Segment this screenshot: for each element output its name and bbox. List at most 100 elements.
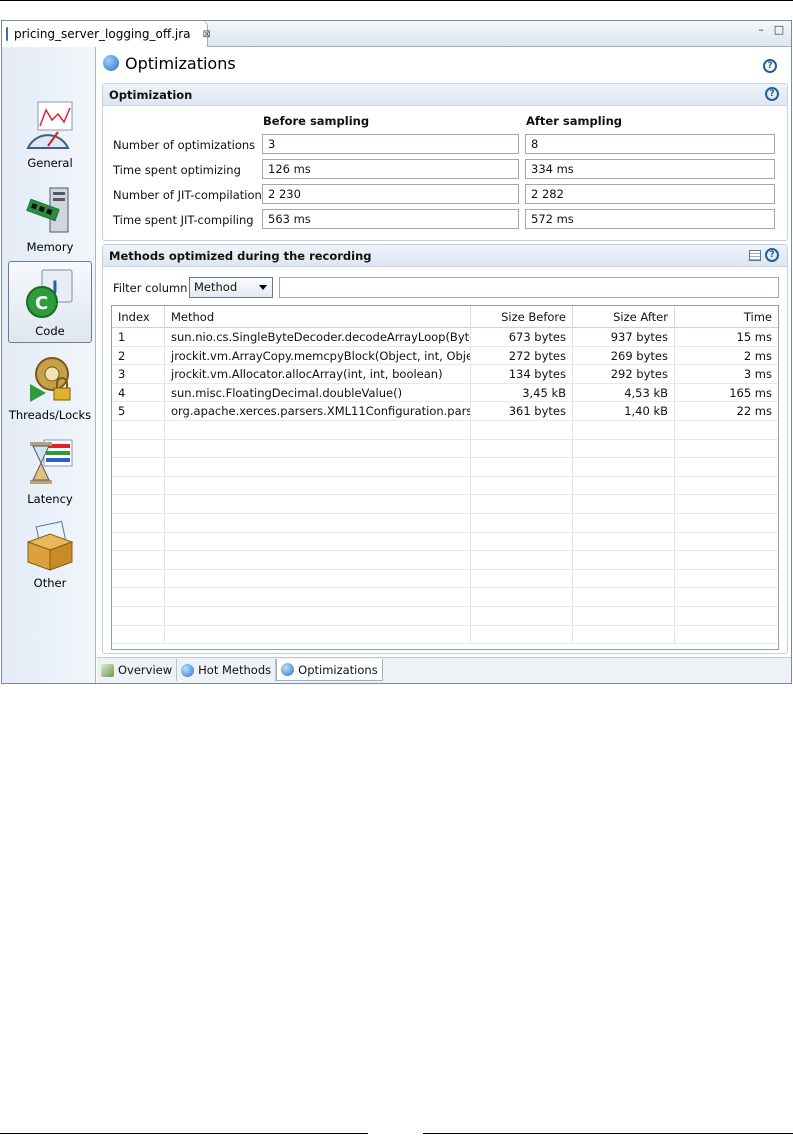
empty-cell [471, 439, 573, 458]
cell-index: 5 [112, 402, 165, 421]
table-row[interactable]: 5 org.apache.xerces.parsers.XML11Configu… [112, 402, 778, 421]
column-header-time[interactable]: Time [675, 306, 778, 328]
editor-tab-title: pricing_server_logging_off.jra [14, 27, 191, 41]
empty-cell [112, 606, 165, 625]
nav-item-other[interactable]: Other [8, 513, 92, 595]
table-row[interactable]: 3 jrockit.vm.Allocator.allocArray(int, i… [112, 365, 778, 384]
minimize-icon[interactable]: – [755, 24, 767, 37]
empty-cell [165, 513, 471, 532]
empty-cell [112, 495, 165, 514]
maximize-icon[interactable]: □ [773, 24, 785, 37]
empty-cell [112, 588, 165, 607]
gauge-chart-icon [26, 101, 73, 149]
opt-before-value[interactable]: 563 ms [262, 209, 519, 229]
empty-cell [573, 532, 675, 551]
empty-cell [675, 533, 778, 551]
empty-cell [165, 495, 471, 514]
empty-cell [165, 420, 471, 439]
nav-label: Threads/Locks [8, 408, 92, 422]
page-top-rule [0, 0, 793, 1]
opt-after-value[interactable]: 2 282 [525, 184, 775, 204]
empty-cell [675, 421, 778, 439]
empty-cell [573, 606, 675, 625]
nav-item-latency[interactable]: Latency [8, 429, 92, 511]
nav-item-code[interactable]: J C Code [8, 261, 92, 343]
opt-before-value[interactable]: 126 ms [262, 159, 519, 179]
cell-size-before: 361 bytes [471, 402, 573, 421]
cell-size-before: 272 bytes [471, 346, 573, 365]
nav-label: Other [33, 576, 67, 590]
help-icon[interactable]: ? [763, 59, 777, 73]
empty-cell [573, 588, 675, 607]
opt-after-value[interactable]: 572 ms [525, 209, 775, 229]
opt-after-value[interactable]: 334 ms [525, 159, 775, 179]
empty-cell [471, 551, 573, 570]
empty-cell [675, 607, 778, 625]
table-row[interactable]: 2 jrockit.vm.ArrayCopy.memcpyBlock(Objec… [112, 346, 778, 366]
empty-cell [675, 570, 778, 588]
empty-cell [471, 495, 573, 514]
empty-cell [165, 625, 471, 644]
empty-cell [471, 606, 573, 625]
table-body: 1 sun.nio.cs.SingleByteDecoder.decodeArr… [112, 328, 778, 645]
filter-text-input[interactable] [279, 277, 779, 298]
table-row-empty [112, 495, 778, 514]
empty-cell [675, 495, 778, 513]
nav-label: Code [35, 324, 65, 338]
methods-table: Index Method Size Before Size After Time… [111, 305, 779, 650]
cell-time: 3 ms [743, 367, 772, 382]
empty-cell [573, 458, 675, 477]
overview-icon [101, 663, 114, 677]
editor-tab[interactable]: pricing_server_logging_off.jra ⊠ [2, 21, 211, 47]
tab-overview[interactable]: Overview [97, 659, 178, 681]
optimizations-icon [281, 663, 295, 676]
table-row[interactable]: 1 sun.nio.cs.SingleByteDecoder.decodeArr… [112, 328, 778, 347]
before-sampling-header: Before sampling [263, 114, 370, 128]
after-sampling-header: After sampling [526, 114, 622, 128]
empty-cell [112, 625, 165, 644]
tab-hot-methods[interactable]: Hot Methods [177, 659, 277, 681]
column-header-method[interactable]: Method [165, 306, 471, 328]
close-tab-icon[interactable]: ⊠ [203, 29, 211, 40]
cell-index: 2 [112, 346, 165, 365]
cell-time: 22 ms [736, 404, 772, 419]
left-navigation: General Memory J C Code Threads/Locks La… [2, 47, 96, 683]
cell-index: 1 [112, 328, 165, 346]
table-columns-icon[interactable] [749, 250, 761, 261]
column-header-size-before[interactable]: Size Before [471, 306, 573, 328]
opt-row-label: Number of optimizations [113, 138, 256, 152]
main-content: Optimizations ? Optimization ? Before sa… [97, 47, 791, 657]
tab-label: Hot Methods [198, 663, 272, 677]
cell-size-before: 134 bytes [471, 365, 573, 384]
nav-label: Latency [27, 492, 73, 506]
jra-file-icon [6, 27, 8, 41]
opt-before-value[interactable]: 3 [262, 134, 519, 154]
nav-item-threads-locks[interactable]: Threads/Locks [8, 345, 92, 427]
empty-cell [471, 513, 573, 532]
empty-cell [675, 477, 778, 495]
empty-cell [112, 551, 165, 570]
empty-cell [471, 532, 573, 551]
table-row-empty [112, 588, 778, 607]
nav-item-general[interactable]: General [8, 93, 92, 175]
cell-size-after: 937 bytes [573, 328, 675, 346]
cell-time: 165 ms [729, 385, 772, 400]
opt-after-value[interactable]: 8 [525, 134, 775, 154]
column-header-size-after[interactable]: Size After [573, 306, 675, 328]
nav-item-memory[interactable]: Memory [8, 177, 92, 259]
help-icon[interactable]: ? [765, 248, 779, 262]
empty-cell [112, 476, 165, 495]
table-row[interactable]: 4 sun.misc.FloatingDecimal.doubleValue()… [112, 383, 778, 403]
column-header-index[interactable]: Index [112, 306, 165, 328]
empty-cell [165, 551, 471, 570]
cell-size-after: 4,53 kB [573, 383, 675, 402]
empty-cell [675, 551, 778, 569]
filter-column-select[interactable]: Method [189, 277, 273, 298]
table-row-empty [112, 551, 778, 570]
opt-before-value[interactable]: 2 230 [262, 184, 519, 204]
tab-optimizations[interactable]: Optimizations [276, 659, 383, 681]
empty-cell [675, 440, 778, 458]
bottom-tab-bar: Overview Hot Methods Optimizations [97, 657, 791, 683]
tab-label: Optimizations [298, 662, 378, 677]
help-icon[interactable]: ? [765, 87, 779, 101]
